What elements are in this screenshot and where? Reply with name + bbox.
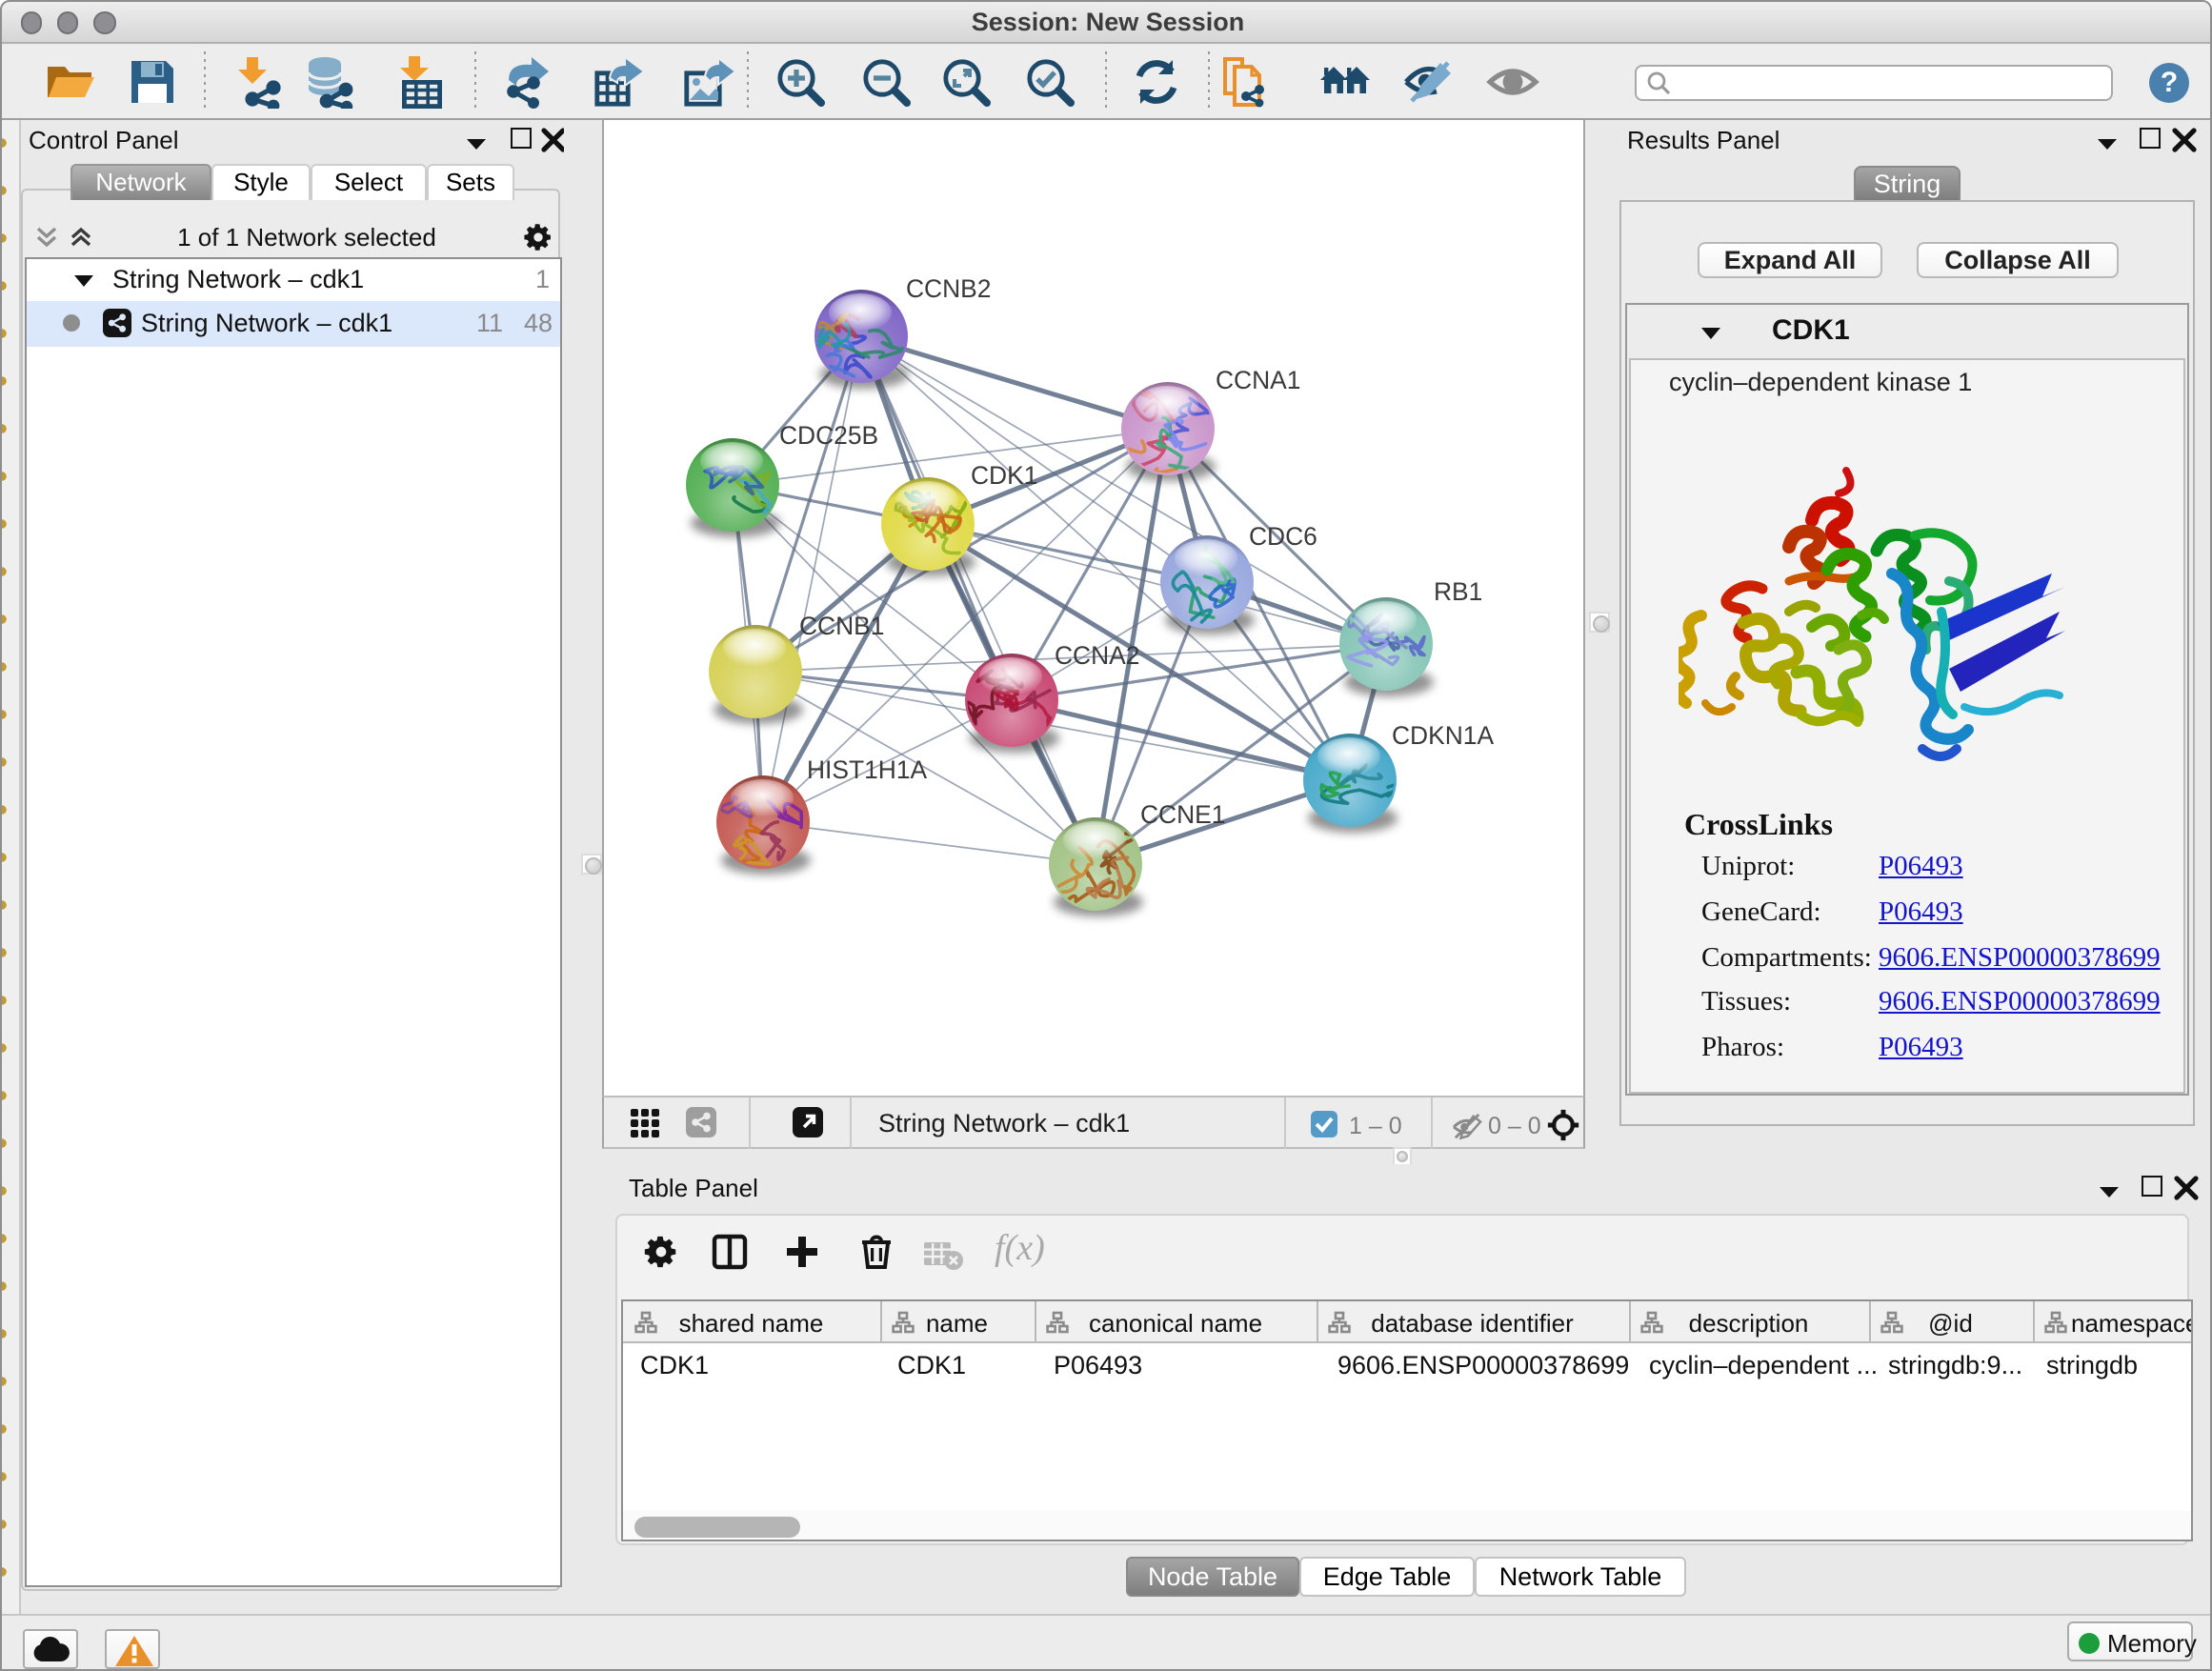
svg-text:CCNA1: CCNA1: [1216, 366, 1300, 394]
svg-text:CDC25B: CDC25B: [779, 421, 878, 450]
svg-text:CCNB2: CCNB2: [906, 274, 991, 303]
svg-text:CCNB1: CCNB1: [799, 612, 884, 640]
svg-text:CDK1: CDK1: [971, 461, 1037, 490]
svg-text:CDKN1A: CDKN1A: [1392, 721, 1494, 750]
svg-text:HIST1H1A: HIST1H1A: [807, 755, 928, 784]
svg-text:CCNE1: CCNE1: [1140, 800, 1225, 829]
svg-text:RB1: RB1: [1434, 577, 1482, 606]
svg-text:CCNA2: CCNA2: [1055, 641, 1139, 670]
svg-text:CDC6: CDC6: [1249, 522, 1317, 551]
